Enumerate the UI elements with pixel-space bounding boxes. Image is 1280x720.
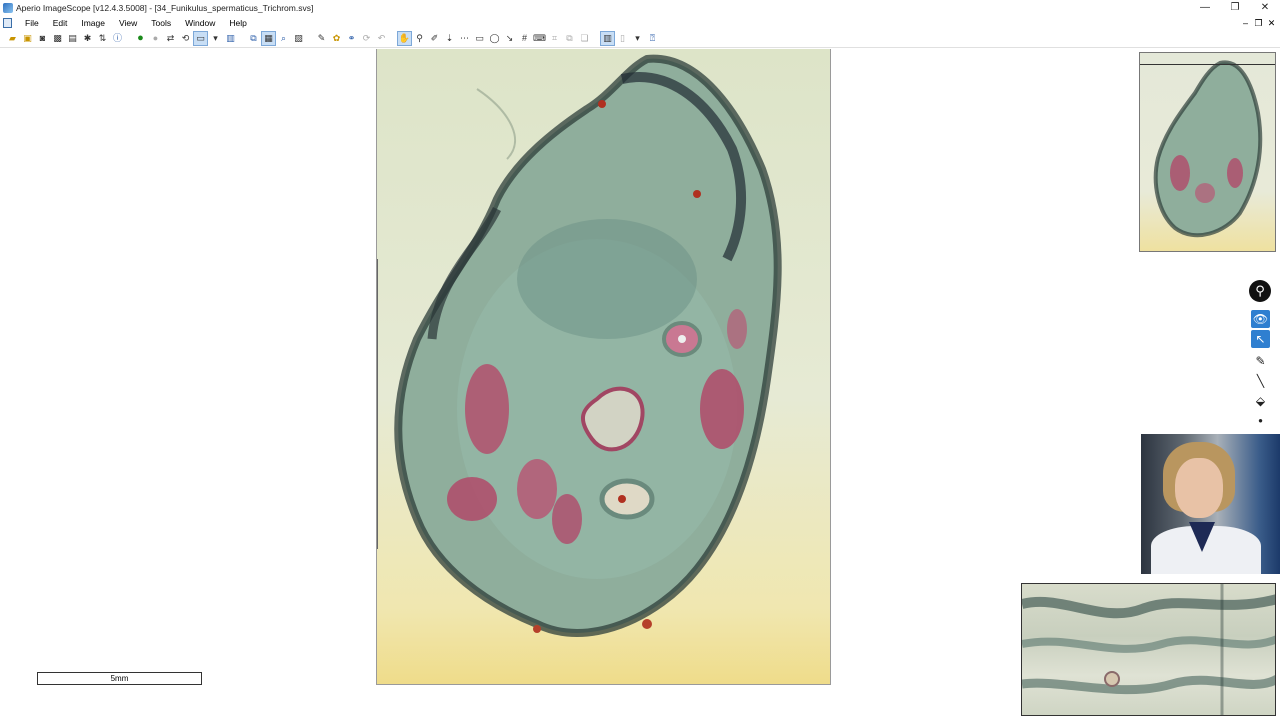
thumbnail-panel[interactable] (1139, 52, 1276, 252)
app-icon (3, 3, 13, 13)
back-icon[interactable]: ● (133, 31, 148, 46)
fit-icon[interactable]: ▾ (208, 31, 223, 46)
pen-annotate-icon[interactable]: ✎ (1251, 352, 1270, 370)
doc-close-button[interactable]: ✕ (1265, 16, 1278, 30)
zoom-tool-icon[interactable]: ⚲ (412, 31, 427, 46)
settings-icon[interactable]: ✱ (80, 31, 95, 46)
scale-bar: 5mm (37, 672, 202, 685)
slide-image[interactable] (376, 49, 831, 685)
slide-viewer[interactable]: 5mm ⚲ 👁 ↖ ✎ ╲ ⬙ ● (3, 49, 1280, 720)
open-image-icon[interactable]: ▣ (20, 31, 35, 46)
document-icon[interactable] (3, 18, 12, 28)
doc-minimize-button[interactable]: – (1239, 16, 1252, 30)
print-icon[interactable]: ▤ (65, 31, 80, 46)
detail-view-panel[interactable] (1021, 583, 1276, 716)
thumbnail-tissue (1153, 60, 1263, 238)
menu-window[interactable]: Window (178, 16, 222, 30)
presenter-face (1175, 458, 1223, 518)
rotate-icon[interactable]: ⟲ (178, 31, 193, 46)
sync-icon[interactable]: ✿ (329, 31, 344, 46)
zoom-lens-icon[interactable]: ⌕ (276, 31, 291, 46)
menu-tools[interactable]: Tools (144, 16, 178, 30)
dropdown-icon[interactable]: ▾ (630, 31, 645, 46)
restore-button[interactable]: ❐ (1220, 0, 1250, 16)
detail-tissue (1022, 584, 1275, 715)
menu-edit[interactable]: Edit (46, 16, 75, 30)
location-pin-icon[interactable]: ⚲ (1249, 280, 1271, 302)
pen-tool-icon[interactable]: ✐ (427, 31, 442, 46)
overview-icon[interactable]: ▥ (223, 31, 238, 46)
keyboard-icon[interactable]: ⌨ (532, 31, 547, 46)
camera-icon[interactable]: ◙ (35, 31, 50, 46)
annotation-palette: ⚲ 👁 ↖ ✎ ╲ ⬙ ● (1248, 280, 1274, 430)
image-info-icon[interactable]: ⇅ (95, 31, 110, 46)
tile-icon[interactable]: ⌗ (547, 31, 562, 46)
menu-image[interactable]: Image (74, 16, 112, 30)
open-folder-icon[interactable]: ▰ (5, 31, 20, 46)
menu-view[interactable]: View (112, 16, 144, 30)
thumbnail-viewport-indicator[interactable] (1140, 53, 1275, 65)
annotations-icon[interactable]: ▨ (291, 31, 306, 46)
minimize-button[interactable]: — (1190, 0, 1220, 16)
toolbar-separator (306, 31, 314, 46)
toolbar-separator (592, 31, 600, 46)
heatmap-icon[interactable]: ✎ (314, 31, 329, 46)
compare-icon[interactable]: ⧉ (562, 31, 577, 46)
line-annotate-icon[interactable]: ╲ (1251, 372, 1270, 390)
rectangle-tool-icon[interactable]: ▭ (472, 31, 487, 46)
refresh-icon[interactable]: ⟳ (359, 31, 374, 46)
toolbar: ▰ ▣ ◙ ▩ ▤ ✱ ⇅ ⓘ ● ● ⇄ ⟲ ▭ ▾ ▥ ⧉ ▦ ⌕ ▨ ✎ … (0, 30, 1280, 48)
undo-icon[interactable]: ↶ (374, 31, 389, 46)
capture-icon[interactable]: ▩ (50, 31, 65, 46)
doc-restore-button[interactable]: ❐ (1252, 16, 1265, 30)
arrow-tool-icon[interactable]: ⇣ (442, 31, 457, 46)
ellipse-tool-icon[interactable]: ◯ (487, 31, 502, 46)
tissue-section (394, 54, 782, 637)
zoom-select-icon[interactable]: ▭ (193, 31, 208, 46)
dot-icon[interactable]: ● (1251, 412, 1270, 430)
window-icon[interactable]: ❏ (577, 31, 592, 46)
grid-icon[interactable]: # (517, 31, 532, 46)
webcam-overlay (1141, 434, 1280, 574)
window-controls: — ❐ ✕ (1190, 0, 1280, 16)
document-window-controls: – ❐ ✕ (1239, 16, 1278, 30)
menu-help[interactable]: Help (222, 16, 253, 30)
pan-icon[interactable]: ⇄ (163, 31, 178, 46)
ruler-tool-icon[interactable]: ⋯ (457, 31, 472, 46)
window-title: Aperio ImageScope [v12.4.3.5008] - [34_F… (16, 3, 314, 13)
help-icon[interactable]: ⍰ (645, 31, 660, 46)
detail-view-icon[interactable]: ▦ (261, 31, 276, 46)
close-button[interactable]: ✕ (1250, 0, 1280, 16)
toolbar-separator (238, 31, 246, 46)
layout-icon[interactable]: ▥ (600, 31, 615, 46)
toolbar-separator (125, 31, 133, 46)
forward-icon[interactable]: ● (148, 31, 163, 46)
eraser-icon[interactable]: ⬙ (1251, 392, 1270, 410)
split-view-icon[interactable]: ▯ (615, 31, 630, 46)
link-icon[interactable]: ⚭ (344, 31, 359, 46)
line-tool-icon[interactable]: ↘ (502, 31, 517, 46)
magnifier-icon[interactable]: ⧉ (246, 31, 261, 46)
hand-tool-icon[interactable]: ✋ (397, 31, 412, 46)
title-bar: Aperio ImageScope [v12.4.3.5008] - [34_F… (0, 0, 1280, 16)
info-icon[interactable]: ⓘ (110, 31, 125, 46)
view-tool-icon[interactable]: 👁 (1251, 310, 1270, 328)
select-tool-icon[interactable]: ↖ (1251, 330, 1270, 348)
menu-file[interactable]: File (18, 16, 46, 30)
slide-edge (377, 259, 378, 549)
toolbar-separator (389, 31, 397, 46)
menu-bar: File Edit Image View Tools Window Help –… (0, 16, 1280, 30)
